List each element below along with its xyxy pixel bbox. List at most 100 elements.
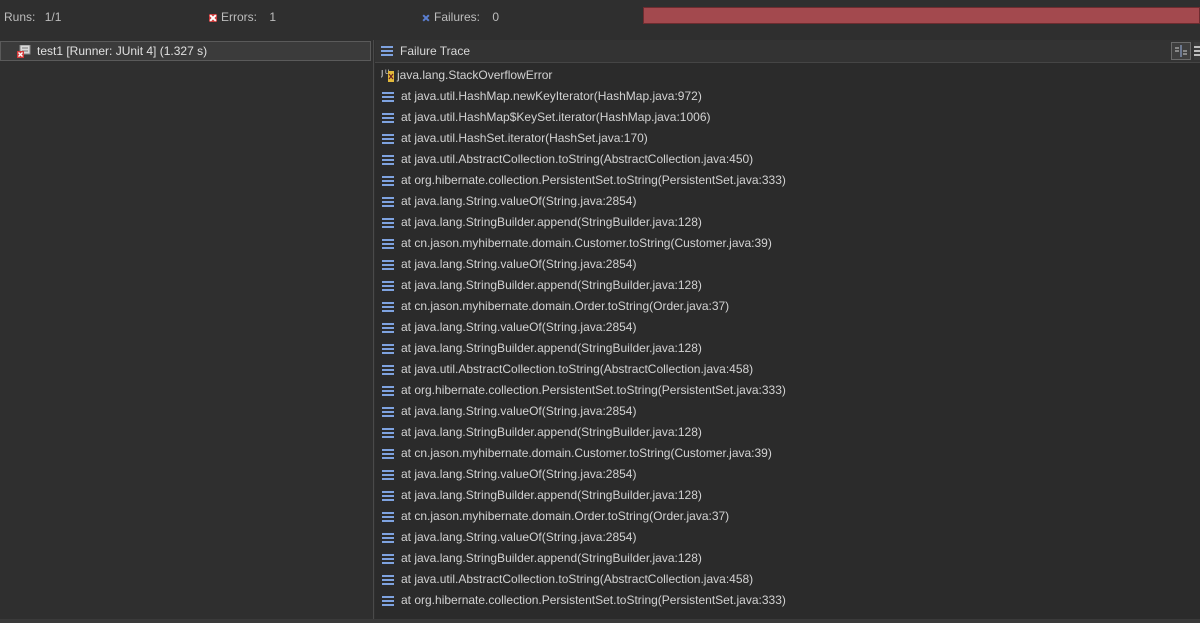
stack-frame-icon <box>382 113 394 123</box>
stack-frame-icon <box>382 533 394 543</box>
stack-frame-icon <box>382 260 394 270</box>
failures-label: Failures: <box>434 10 481 24</box>
trace-line-text: at java.util.HashMap.newKeyIterator(Hash… <box>401 89 702 103</box>
runs-label: Runs: <box>4 10 36 24</box>
trace-line[interactable]: at java.lang.String.valueOf(String.java:… <box>375 191 1200 212</box>
errors-value: 1 <box>269 10 277 24</box>
failure-trace-list: J U java.lang.StackOverflowError at java… <box>375 65 1200 611</box>
stack-frame-icon <box>382 449 394 459</box>
trace-line-text: at cn.jason.myhibernate.domain.Customer.… <box>401 236 772 250</box>
failure-trace-panel: Failure Trace J U java.lang.StackOverflo… <box>375 40 1200 623</box>
trace-line-text: at java.lang.String.valueOf(String.java:… <box>401 530 637 544</box>
test-summary-bar: Runs: 1/1 Errors: 1 Failures: 0 <box>0 0 1200 34</box>
stack-trace-icon <box>381 46 393 56</box>
compare-button[interactable] <box>1171 42 1191 60</box>
trace-line-text: at java.lang.String.valueOf(String.java:… <box>401 320 637 334</box>
trace-line-text: at java.util.AbstractCollection.toString… <box>401 572 754 586</box>
trace-line-text: at org.hibernate.collection.PersistentSe… <box>401 383 786 397</box>
stack-frame-icon <box>382 155 394 165</box>
stack-frame-icon <box>382 554 394 564</box>
trace-line-text: at java.lang.StringBuilder.append(String… <box>401 488 702 502</box>
trace-line[interactable]: at java.lang.StringBuilder.append(String… <box>375 422 1200 443</box>
stack-frame-icon <box>382 344 394 354</box>
stack-frame-icon <box>382 218 394 228</box>
stack-frame-icon <box>382 197 394 207</box>
trace-line[interactable]: at java.util.AbstractCollection.toString… <box>375 569 1200 590</box>
trace-line-text: at java.lang.String.valueOf(String.java:… <box>401 404 637 418</box>
trace-line-text: at org.hibernate.collection.PersistentSe… <box>401 173 786 187</box>
svg-text:J: J <box>381 69 383 78</box>
trace-exception-text: java.lang.StackOverflowError <box>397 68 553 82</box>
tree-item-test1[interactable]: test1 [Runner: JUnit 4] (1.327 s) <box>0 41 371 61</box>
trace-line[interactable]: at java.lang.String.valueOf(String.java:… <box>375 464 1200 485</box>
trace-line-text: at cn.jason.myhibernate.domain.Order.toS… <box>401 509 730 523</box>
stack-frame-icon <box>382 281 394 291</box>
trace-line[interactable]: at java.lang.String.valueOf(String.java:… <box>375 401 1200 422</box>
tree-item-label: test1 [Runner: JUnit 4] (1.327 s) <box>37 44 208 58</box>
stack-frame-icon <box>382 365 394 375</box>
error-x-icon <box>209 14 217 22</box>
failures-stat: Failures: 0 <box>422 10 499 24</box>
filter-icon <box>1194 46 1200 56</box>
trace-line[interactable]: at java.lang.String.valueOf(String.java:… <box>375 317 1200 338</box>
failure-x-icon <box>422 14 430 22</box>
trace-line[interactable]: at java.lang.String.valueOf(String.java:… <box>375 254 1200 275</box>
trace-exception-row[interactable]: J U java.lang.StackOverflowError <box>375 65 1200 86</box>
trace-line[interactable]: at cn.jason.myhibernate.domain.Customer.… <box>375 233 1200 254</box>
junit-error-icon: J U <box>381 69 394 82</box>
trace-line[interactable]: at org.hibernate.collection.PersistentSe… <box>375 380 1200 401</box>
stack-frame-icon <box>382 302 394 312</box>
failure-trace-title: Failure Trace <box>400 44 471 58</box>
test-tree-panel: test1 [Runner: JUnit 4] (1.327 s) <box>0 40 374 623</box>
trace-line-text: at org.hibernate.collection.PersistentSe… <box>401 593 786 607</box>
stack-frame-icon <box>382 176 394 186</box>
errors-label: Errors: <box>221 10 257 24</box>
trace-line[interactable]: at java.lang.StringBuilder.append(String… <box>375 212 1200 233</box>
trace-line-text: at cn.jason.myhibernate.domain.Customer.… <box>401 446 772 460</box>
trace-line-text: at java.util.HashMap$KeySet.iterator(Has… <box>401 110 711 124</box>
stack-frame-icon <box>382 239 394 249</box>
errors-stat: Errors: 1 <box>209 10 276 24</box>
trace-line[interactable]: at java.lang.StringBuilder.append(String… <box>375 338 1200 359</box>
trace-line-text: at java.lang.StringBuilder.append(String… <box>401 215 702 229</box>
trace-line-text: at java.util.HashSet.iterator(HashSet.ja… <box>401 131 648 145</box>
trace-line-text: at java.lang.StringBuilder.append(String… <box>401 425 702 439</box>
stack-frame-icon <box>382 386 394 396</box>
trace-line-text: at java.lang.String.valueOf(String.java:… <box>401 467 637 481</box>
trace-line[interactable]: at org.hibernate.collection.PersistentSe… <box>375 170 1200 191</box>
stack-frame-icon <box>382 92 394 102</box>
stack-frame-icon <box>382 596 394 606</box>
trace-line[interactable]: at cn.jason.myhibernate.domain.Order.toS… <box>375 296 1200 317</box>
trace-line-text: at java.util.AbstractCollection.toString… <box>401 152 754 166</box>
stack-frame-icon <box>382 491 394 501</box>
trace-line[interactable]: at java.util.HashMap$KeySet.iterator(Has… <box>375 107 1200 128</box>
compare-icon <box>1175 45 1187 57</box>
test-progress-bar <box>643 7 1200 24</box>
trace-line[interactable]: at java.util.AbstractCollection.toString… <box>375 149 1200 170</box>
trace-line[interactable]: at java.lang.String.valueOf(String.java:… <box>375 527 1200 548</box>
trace-line[interactable]: at cn.jason.myhibernate.domain.Customer.… <box>375 443 1200 464</box>
stack-frame-icon <box>382 575 394 585</box>
runs-stat: Runs: 1/1 <box>4 10 61 24</box>
stack-frame-icon <box>382 470 394 480</box>
trace-line[interactable]: at java.lang.StringBuilder.append(String… <box>375 275 1200 296</box>
trace-line-text: at java.lang.String.valueOf(String.java:… <box>401 257 637 271</box>
trace-line[interactable]: at java.util.HashMap.newKeyIterator(Hash… <box>375 86 1200 107</box>
bottom-border <box>0 619 1200 623</box>
trace-line-text: at java.lang.StringBuilder.append(String… <box>401 551 702 565</box>
trace-line[interactable]: at java.util.HashSet.iterator(HashSet.ja… <box>375 128 1200 149</box>
failures-value: 0 <box>492 10 500 24</box>
filter-trace-button[interactable] <box>1194 42 1200 60</box>
trace-line-text: at java.util.AbstractCollection.toString… <box>401 362 754 376</box>
trace-line[interactable]: at java.util.AbstractCollection.toString… <box>375 359 1200 380</box>
failure-trace-header: Failure Trace <box>375 40 1200 63</box>
stack-frame-icon <box>382 323 394 333</box>
trace-line[interactable]: at org.hibernate.collection.PersistentSe… <box>375 590 1200 611</box>
trace-line-text: at java.lang.StringBuilder.append(String… <box>401 341 702 355</box>
trace-line[interactable]: at java.lang.StringBuilder.append(String… <box>375 548 1200 569</box>
trace-line[interactable]: at java.lang.StringBuilder.append(String… <box>375 485 1200 506</box>
stack-frame-icon <box>382 512 394 522</box>
stack-frame-icon <box>382 428 394 438</box>
trace-line[interactable]: at cn.jason.myhibernate.domain.Order.toS… <box>375 506 1200 527</box>
runs-value: 1/1 <box>44 10 62 24</box>
